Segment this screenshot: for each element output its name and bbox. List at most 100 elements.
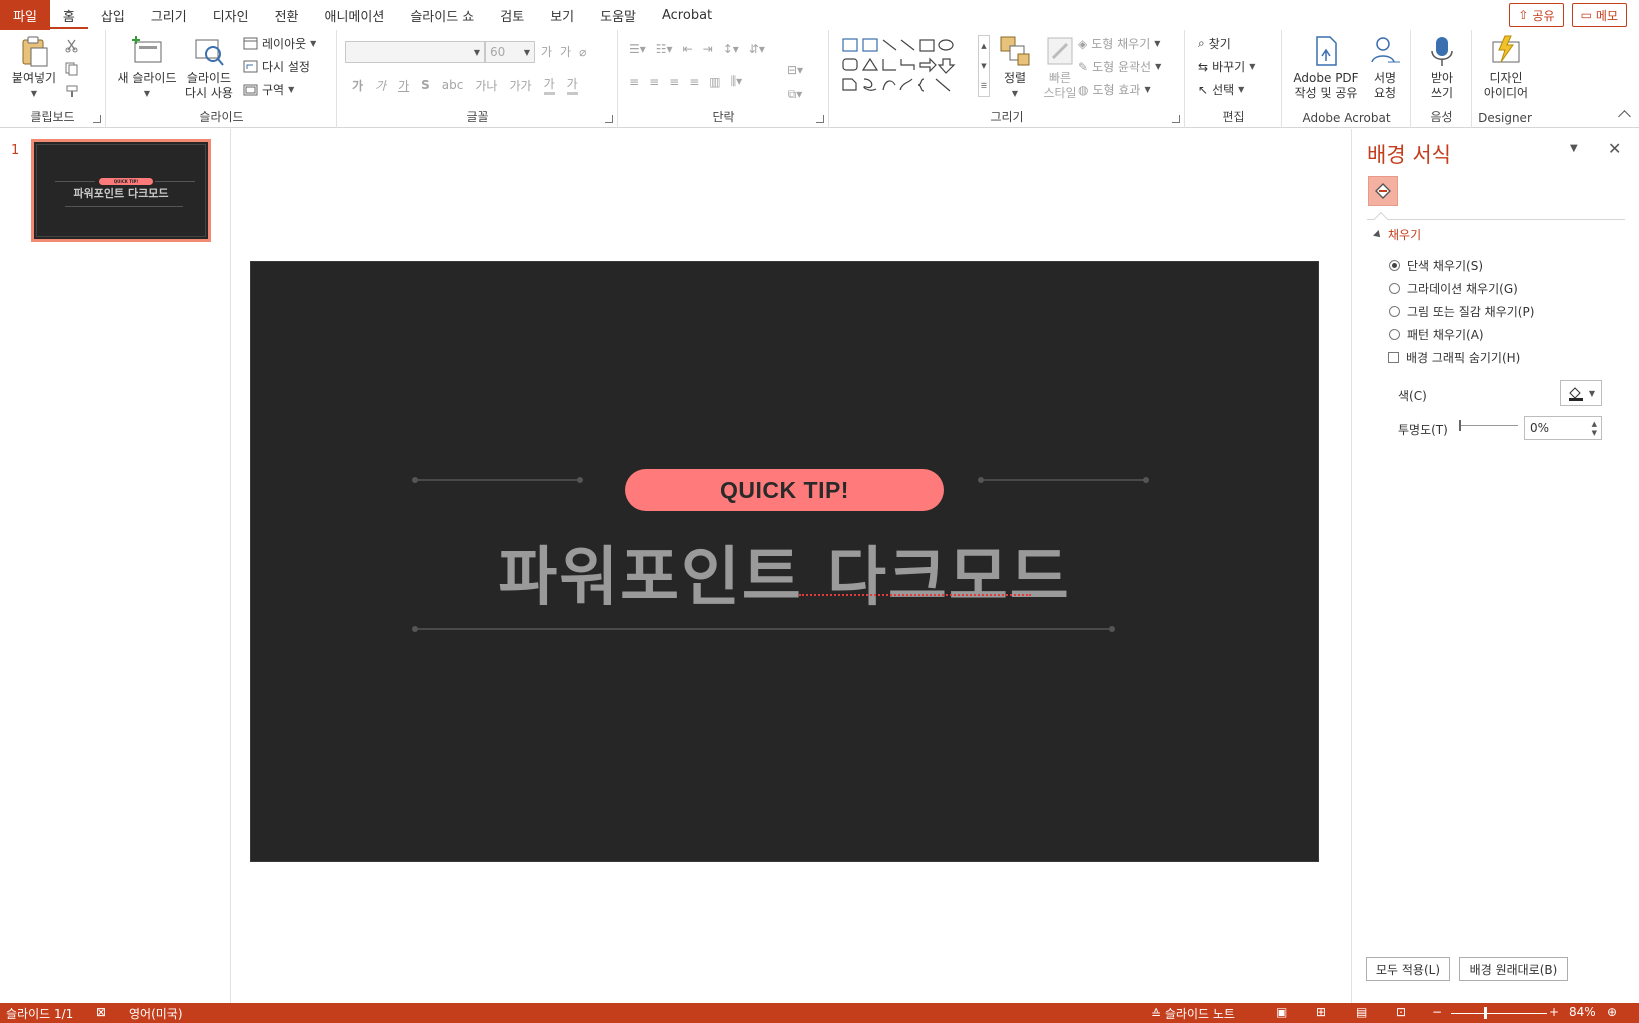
font-name-combo[interactable]: ▼ bbox=[345, 41, 485, 63]
underline-button[interactable]: 가 bbox=[398, 77, 409, 94]
arrange-button[interactable]: 정렬 ▼ bbox=[994, 34, 1036, 101]
notes-button[interactable]: ≙ 슬라이드 노트 bbox=[1151, 1005, 1235, 1022]
tab-draw[interactable]: 그리기 bbox=[138, 0, 200, 30]
tab-insert[interactable]: 삽입 bbox=[88, 0, 138, 30]
zoom-slider[interactable] bbox=[1451, 1013, 1547, 1014]
section-button[interactable]: 구역 ▼ bbox=[243, 81, 294, 98]
align-right-icon[interactable]: ≡ bbox=[669, 75, 679, 89]
transparency-slider-handle[interactable] bbox=[1459, 420, 1461, 431]
tab-design[interactable]: 디자인 bbox=[200, 0, 262, 30]
tab-help[interactable]: 도움말 bbox=[587, 0, 649, 30]
cut-icon[interactable] bbox=[64, 38, 79, 53]
clear-format-icon[interactable]: ⌀ bbox=[579, 45, 586, 59]
shrink-font-button[interactable]: 가 bbox=[560, 43, 571, 60]
numbering-icon[interactable]: ☷▾ bbox=[656, 42, 673, 56]
request-signature-button[interactable]: 서명 요청 bbox=[1365, 34, 1405, 101]
char-spacing-button[interactable]: 가나 bbox=[475, 77, 497, 94]
fill-section-header[interactable]: 채우기 bbox=[1373, 226, 1421, 243]
tab-slideshow[interactable]: 슬라이드 쇼 bbox=[397, 0, 487, 30]
align-center-icon[interactable]: ≡ bbox=[649, 75, 659, 89]
close-icon[interactable]: ✕ bbox=[1608, 139, 1621, 158]
picture-fill-radio[interactable] bbox=[1389, 306, 1400, 317]
reset-background-button[interactable]: 배경 원래대로(B) bbox=[1459, 957, 1568, 981]
color-picker-button[interactable]: ▼ bbox=[1560, 380, 1602, 406]
drawing-launcher-icon[interactable] bbox=[1172, 115, 1180, 123]
columns-icon[interactable]: ⫼▾ bbox=[731, 74, 743, 89]
align-left-icon[interactable]: ≡ bbox=[629, 75, 639, 89]
shape-effects-button[interactable]: ◍ 도형 효과 ▼ bbox=[1078, 81, 1151, 98]
text-direction-icon[interactable]: ⇵▾ bbox=[749, 42, 765, 56]
new-slide-button[interactable]: 새 슬라이드 ▼ bbox=[115, 34, 179, 101]
zoom-in-icon[interactable]: + bbox=[1549, 1005, 1559, 1019]
transparency-slider[interactable] bbox=[1460, 425, 1518, 426]
grow-font-button[interactable]: 가 bbox=[541, 43, 552, 60]
pattern-fill-option[interactable]: 패턴 채우기(A) bbox=[1389, 326, 1484, 343]
comments-button[interactable]: ▭ 메모 bbox=[1571, 3, 1627, 27]
zoom-level[interactable]: 84% bbox=[1569, 1005, 1596, 1019]
copy-icon[interactable] bbox=[64, 61, 79, 76]
slide-title[interactable]: 파워포인트 다크모드 bbox=[251, 526, 1318, 618]
reading-view-icon[interactable]: ▤ bbox=[1356, 1005, 1367, 1019]
smartart-icon[interactable]: ⧉▾ bbox=[788, 87, 803, 102]
font-color-button[interactable]: 가 bbox=[566, 75, 578, 95]
paragraph-launcher-icon[interactable] bbox=[816, 115, 824, 123]
justify-icon[interactable]: ≡ bbox=[689, 75, 699, 89]
select-button[interactable]: ↖ 선택 ▼ bbox=[1198, 81, 1244, 98]
distributed-icon[interactable]: ▥ bbox=[709, 75, 720, 89]
solid-fill-option[interactable]: 단색 채우기(S) bbox=[1389, 257, 1483, 274]
decrease-indent-icon[interactable]: ⇤ bbox=[683, 42, 693, 56]
bold-button[interactable]: 가 bbox=[352, 77, 363, 94]
tab-review[interactable]: 검토 bbox=[487, 0, 537, 30]
shapes-gallery[interactable] bbox=[840, 35, 975, 97]
hide-graphics-option[interactable]: 배경 그래픽 숨기기(H) bbox=[1388, 349, 1520, 366]
create-pdf-button[interactable]: Adobe PDF 작성 및 공유 bbox=[1291, 34, 1361, 101]
tab-transitions[interactable]: 전환 bbox=[262, 0, 312, 30]
slide-thumbnail[interactable]: QUICK TIP! 파워포인트 다크모드 bbox=[31, 139, 211, 242]
shape-fill-button[interactable]: ◈ 도형 채우기 ▼ bbox=[1078, 35, 1160, 52]
accessibility-icon[interactable]: ⊠ bbox=[96, 1005, 106, 1019]
replace-button[interactable]: ⇆ 바꾸기 ▼ bbox=[1198, 58, 1255, 75]
spin-up-icon[interactable]: ▲ bbox=[1592, 420, 1597, 428]
line-spacing-icon[interactable]: ↕▾ bbox=[723, 42, 739, 56]
fit-to-window-icon[interactable]: ⊕ bbox=[1607, 1005, 1617, 1019]
layout-button[interactable]: 레이아웃 ▼ bbox=[243, 35, 316, 52]
zoom-slider-handle[interactable] bbox=[1484, 1007, 1487, 1019]
reuse-slides-button[interactable]: 슬라이드 다시 사용 bbox=[179, 34, 239, 101]
fill-tab-button[interactable] bbox=[1368, 176, 1398, 206]
highlight-button[interactable]: 가 bbox=[543, 75, 555, 95]
new-slide-dropdown-icon[interactable]: ▼ bbox=[144, 86, 150, 101]
apply-to-all-button[interactable]: 모두 적용(L) bbox=[1366, 957, 1450, 981]
font-size-combo[interactable]: 60 ▼ bbox=[485, 41, 535, 63]
tab-acrobat[interactable]: Acrobat bbox=[649, 0, 725, 30]
change-case-button[interactable]: 가가 bbox=[509, 77, 531, 94]
collapse-ribbon-icon[interactable] bbox=[1618, 110, 1631, 123]
find-button[interactable]: ⌕ 찾기 bbox=[1198, 35, 1231, 52]
shape-outline-button[interactable]: ✎ 도형 윤곽선 ▼ bbox=[1078, 58, 1161, 75]
align-text-icon[interactable]: ⊟▾ bbox=[787, 63, 803, 77]
slide-canvas[interactable]: QUICK TIP! 파워포인트 다크모드 bbox=[250, 261, 1319, 862]
pattern-fill-radio[interactable] bbox=[1389, 329, 1400, 340]
dictate-button[interactable]: 받아 쓰기 bbox=[1420, 34, 1464, 101]
strikethrough-icon[interactable]: abc bbox=[442, 78, 464, 92]
clipboard-launcher-icon[interactable] bbox=[93, 115, 101, 123]
quick-styles-button[interactable]: 빠른 스타일 bbox=[1038, 34, 1082, 101]
normal-view-icon[interactable]: ▣ bbox=[1276, 1005, 1287, 1019]
pane-options-icon[interactable]: ▼ bbox=[1570, 143, 1578, 154]
spin-down-icon[interactable]: ▼ bbox=[1592, 429, 1597, 437]
tab-animations[interactable]: 애니메이션 bbox=[312, 0, 398, 30]
slide-sorter-icon[interactable]: ⊞ bbox=[1316, 1005, 1326, 1019]
tab-file[interactable]: 파일 bbox=[0, 0, 50, 30]
solid-fill-radio[interactable] bbox=[1389, 260, 1400, 271]
paste-button[interactable]: 붙여넣기 ▼ bbox=[8, 34, 60, 101]
paste-dropdown-icon[interactable]: ▼ bbox=[31, 86, 37, 101]
reset-button[interactable]: 다시 설정 bbox=[243, 58, 310, 75]
gradient-fill-option[interactable]: 그라데이션 채우기(G) bbox=[1389, 280, 1518, 297]
gradient-fill-radio[interactable] bbox=[1389, 283, 1400, 294]
font-launcher-icon[interactable] bbox=[605, 115, 613, 123]
slideshow-icon[interactable]: ⊡ bbox=[1396, 1005, 1406, 1019]
share-button[interactable]: ⇧ 공유 bbox=[1509, 3, 1564, 27]
language-indicator[interactable]: 영어(미국) bbox=[129, 1005, 183, 1022]
transparency-spinner[interactable]: 0% ▲ ▼ bbox=[1524, 416, 1602, 440]
tab-home[interactable]: 홈 bbox=[49, 3, 88, 29]
shapes-gallery-scroll[interactable]: ▲ ▼ ☰ bbox=[978, 35, 990, 97]
